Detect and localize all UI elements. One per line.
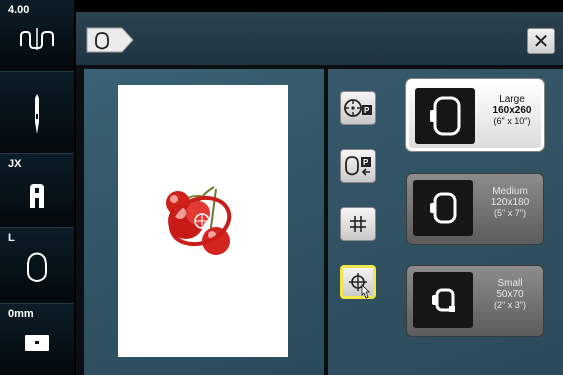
hoop-name: Large <box>499 94 525 105</box>
title-bar: ✕ <box>76 12 563 65</box>
hoop-large-label: Large 160x260 (6" x 10") <box>481 94 543 127</box>
hoop-medium-button[interactable]: Medium 120x180 (5" x 7") <box>406 173 544 245</box>
stitch-width-cell[interactable]: 0mm <box>0 304 74 375</box>
hoop-outline-icon <box>27 252 47 282</box>
presser-foot-cell[interactable]: JX <box>0 154 74 228</box>
hoop-tab[interactable] <box>86 27 134 53</box>
hoop-medium-label: Medium 120x180 (5" x 7") <box>479 186 541 219</box>
hoop-name: Medium <box>492 186 528 197</box>
embroidery-canvas[interactable] <box>118 85 288 357</box>
presser-foot-label: JX <box>8 158 22 170</box>
hoop-large-button[interactable]: Large 160x260 (6" x 10") <box>406 79 544 151</box>
medium-hoop-icon <box>430 192 457 224</box>
stitch-plate-icon <box>25 335 49 351</box>
hoop-preview <box>415 88 475 144</box>
presser-foot-icon <box>30 184 44 208</box>
hoop-small-button[interactable]: Small 50x70 (2" x 3") <box>406 265 544 337</box>
stitch-width-value: 0mm <box>8 308 34 320</box>
tension-value: 4.00 <box>8 4 30 16</box>
hoop-size-mm: 160x260 <box>492 105 532 116</box>
cherry-design <box>166 186 232 255</box>
large-hoop-icon <box>430 96 461 136</box>
svg-text:P: P <box>364 106 370 115</box>
design-preview-panel <box>84 69 324 375</box>
needle-icon <box>35 94 39 134</box>
hoop-name: Small <box>497 278 523 289</box>
hoop-size-mm: 120x180 <box>490 197 530 208</box>
grid-button[interactable] <box>340 207 376 241</box>
move-to-park-button[interactable]: P <box>340 91 376 125</box>
hoop-size-inches: (6" x 10") <box>493 116 531 126</box>
small-hoop-icon <box>432 288 455 312</box>
cursor-pointer-icon <box>361 284 370 299</box>
hoop-mode-cell[interactable]: L <box>0 228 74 304</box>
thread-mode-label: L <box>8 232 15 244</box>
thread-tension-icon <box>20 28 54 50</box>
hoop-preview <box>413 180 473 236</box>
center-park-icon: P <box>344 99 372 117</box>
hoop-size-inches: (5" x 7") <box>494 208 526 218</box>
hoop-small-label: Small 50x70 (2" x 3") <box>479 278 541 311</box>
hoop-size-mm: 50x70 <box>496 289 524 300</box>
hoop-park-icon: P <box>345 156 371 176</box>
hoop-controls-panel: P P Large 160x260 (6" x 10") Medium 120x… <box>328 69 563 375</box>
hoop-selection-window: ✕ P P Large 160x260 (6" x 10") Medium 12… <box>76 12 563 375</box>
hoop-preview <box>413 272 473 328</box>
close-button[interactable]: ✕ <box>527 28 555 54</box>
hoop-park-button[interactable]: P <box>340 149 376 183</box>
status-strip: 4.00 JX L 0mm <box>0 0 74 375</box>
tension-cell[interactable]: 4.00 <box>0 0 74 72</box>
grid-icon <box>350 216 366 232</box>
hoop-size-inches: (2" x 3") <box>494 300 526 310</box>
svg-text:P: P <box>363 158 369 167</box>
needle-cell[interactable] <box>0 72 74 154</box>
